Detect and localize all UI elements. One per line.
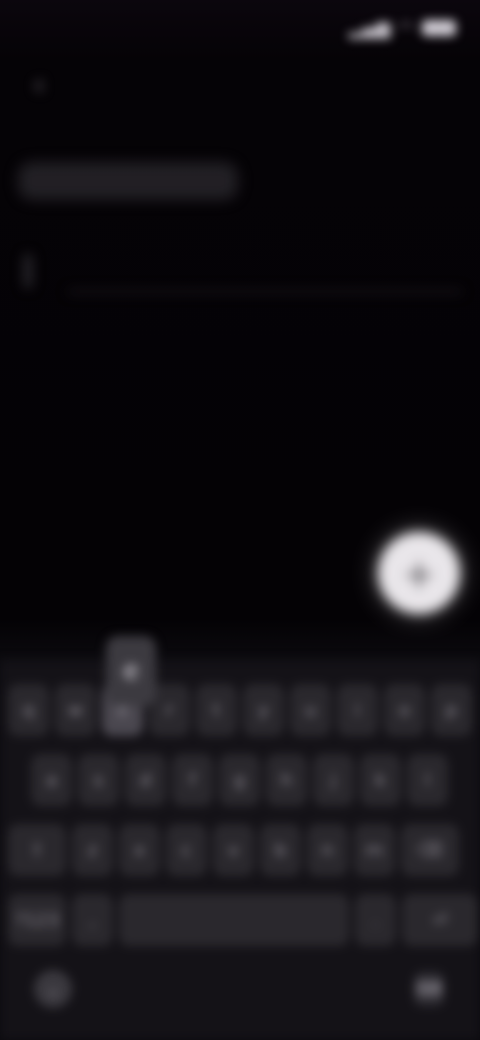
collapse-keyboard-icon[interactable]: ⌄ (34, 970, 72, 1008)
key[interactable]: h (266, 754, 307, 806)
keyboard-row-4: ?123 , . ⏎ (8, 894, 478, 946)
shift-key[interactable]: ⇧ (8, 824, 66, 876)
key[interactable]: s (78, 754, 119, 806)
key[interactable]: w (55, 684, 96, 736)
key[interactable]: v (213, 824, 254, 876)
symbols-key[interactable]: ?123 (8, 894, 66, 946)
soft-keyboard: q w e r t y u i o p e a s d f g h j k l … (0, 636, 480, 1040)
key[interactable]: d (125, 754, 166, 806)
keyboard-switch-icon[interactable]: ⌨ (414, 972, 444, 1006)
key[interactable]: u (290, 684, 331, 736)
key[interactable]: f (172, 754, 213, 806)
app-bar: ‹ (0, 58, 480, 112)
keyboard-row-2: a s d f g h j k l (31, 754, 448, 806)
space-key[interactable] (119, 894, 349, 946)
key[interactable]: p (431, 684, 472, 736)
key[interactable]: y (243, 684, 284, 736)
signal-icon: ▂▄▆ (348, 17, 391, 39)
status-icons: ▂▄▆ ◠ (349, 18, 456, 39)
status-bar: ▂▄▆ ◠ (0, 0, 480, 56)
text-cursor (24, 254, 32, 288)
key[interactable]: o (384, 684, 425, 736)
keyboard-nav-bar: ⌄ ⌨ (0, 960, 480, 1040)
save-button[interactable] (390, 72, 450, 98)
keyboard-row-3: ⇧ z x c v b n m ⌫ (8, 824, 459, 876)
note-body-field[interactable] (18, 246, 462, 306)
note-title-input[interactable] (18, 162, 238, 200)
key[interactable]: t (196, 684, 237, 736)
key[interactable]: z (72, 824, 113, 876)
keyboard-row-1: q w e r t y u i o p e (8, 636, 472, 736)
backspace-key[interactable]: ⌫ (401, 824, 459, 876)
key[interactable]: m (354, 824, 395, 876)
key[interactable]: i (337, 684, 378, 736)
battery-icon (422, 20, 456, 36)
key[interactable]: g (219, 754, 260, 806)
key-preview-popup: e (106, 636, 156, 706)
note-editor-screen: ▂▄▆ ◠ ‹ ＋ q w e r t y u i o p e a s d f … (0, 0, 480, 1040)
note-body-underline (68, 290, 462, 293)
period-key[interactable]: . (355, 894, 396, 946)
key[interactable]: n (307, 824, 348, 876)
enter-key[interactable]: ⏎ (402, 894, 478, 946)
key[interactable]: x (119, 824, 160, 876)
key[interactable]: l (407, 754, 448, 806)
key[interactable]: q (8, 684, 49, 736)
back-arrow-icon[interactable]: ‹ (22, 68, 56, 102)
key[interactable]: a (31, 754, 72, 806)
key[interactable]: j (313, 754, 354, 806)
key[interactable]: b (260, 824, 301, 876)
key[interactable]: c (166, 824, 207, 876)
add-icon[interactable]: ＋ (378, 532, 460, 614)
key[interactable]: k (360, 754, 401, 806)
comma-key[interactable]: , (72, 894, 113, 946)
wifi-icon: ◠ (398, 17, 414, 39)
